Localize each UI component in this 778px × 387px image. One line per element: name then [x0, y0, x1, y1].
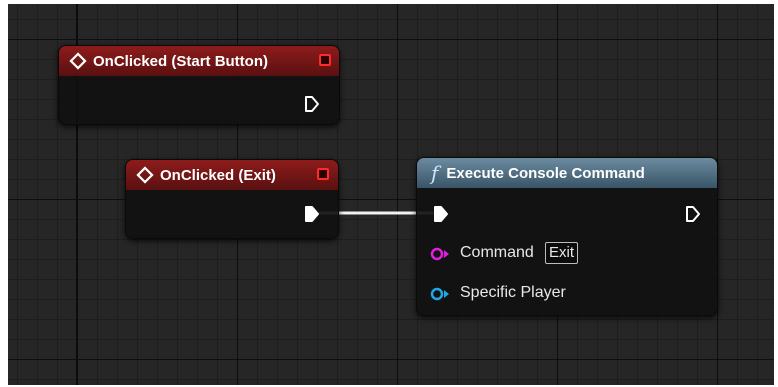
- node-title: Execute Console Command: [446, 164, 645, 182]
- output-delegate-pin[interactable]: [317, 168, 329, 180]
- exec-in-pin[interactable]: [433, 205, 449, 223]
- specific-player-object-pin[interactable]: [430, 286, 452, 302]
- node-header[interactable]: OnClicked (Exit): [126, 160, 338, 190]
- event-diamond-icon: [69, 52, 87, 70]
- blueprint-graph-canvas[interactable]: OnClicked (Start Button) OnClicked (Exit…: [8, 4, 774, 385]
- command-string-pin[interactable]: [430, 246, 452, 262]
- exec-out-pin[interactable]: [304, 205, 320, 223]
- exec-out-pin[interactable]: [685, 205, 701, 223]
- node-header[interactable]: f Execute Console Command: [417, 158, 717, 188]
- function-icon: f: [431, 161, 439, 185]
- node-title: OnClicked (Start Button): [93, 52, 268, 70]
- onclicked-exit-node[interactable]: OnClicked (Exit): [125, 159, 339, 239]
- command-pin-label: Command: [460, 244, 534, 261]
- event-diamond-icon: [136, 166, 154, 184]
- node-header[interactable]: OnClicked (Start Button): [59, 46, 339, 76]
- output-delegate-pin[interactable]: [319, 54, 331, 66]
- node-title: OnClicked (Exit): [160, 166, 276, 184]
- exec-out-pin[interactable]: [304, 95, 320, 113]
- specific-player-pin-label: Specific Player: [460, 284, 566, 301]
- execute-console-command-node[interactable]: f Execute Console Command Command Exit S…: [416, 157, 718, 316]
- command-value-input[interactable]: Exit: [545, 242, 579, 264]
- onclicked-start-button-node[interactable]: OnClicked (Start Button): [58, 45, 340, 125]
